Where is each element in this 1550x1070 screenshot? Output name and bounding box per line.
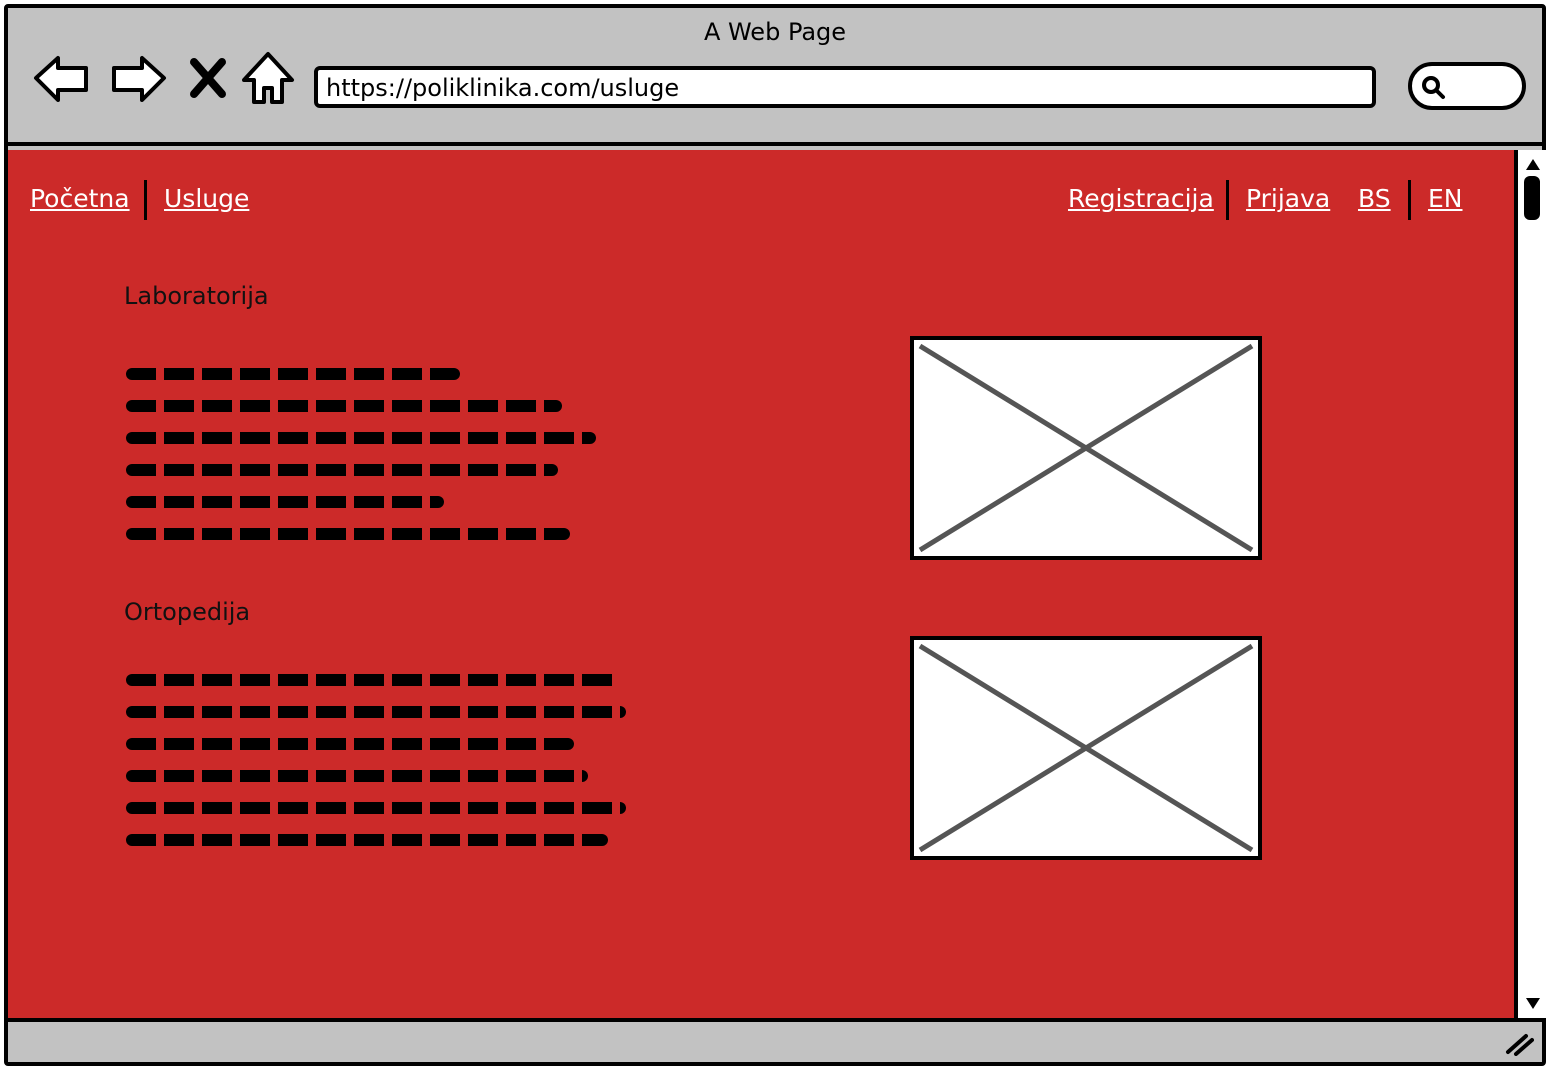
arrow-left-icon xyxy=(34,56,88,102)
nav-divider xyxy=(1226,180,1229,220)
nav-link-pocetna[interactable]: Početna xyxy=(30,184,130,213)
status-bar xyxy=(8,1018,1542,1062)
section-title-laboratorija: Laboratorija xyxy=(124,282,269,310)
close-icon xyxy=(190,58,226,98)
stop-button[interactable] xyxy=(184,48,232,108)
arrow-right-icon xyxy=(112,56,166,102)
section-text-placeholder xyxy=(126,674,626,866)
section-image-laboratorija xyxy=(910,336,1262,560)
top-navigation: Početna Usluge Registracija Prijava BS E… xyxy=(8,180,1514,224)
address-bar[interactable]: https://poliklinika.com/usluge xyxy=(314,66,1376,108)
home-button[interactable] xyxy=(238,48,298,108)
scroll-thumb[interactable] xyxy=(1524,176,1540,220)
nav-link-usluge[interactable]: Usluge xyxy=(164,184,249,213)
browser-toolbar: A Web Page https://poliklinika.com/uslug… xyxy=(8,8,1542,146)
page-viewport: Početna Usluge Registracija Prijava BS E… xyxy=(8,150,1514,1018)
vertical-scrollbar[interactable] xyxy=(1514,150,1546,1018)
language-en[interactable]: EN xyxy=(1428,184,1463,213)
window-title: A Web Page xyxy=(703,18,847,46)
home-icon xyxy=(242,52,294,104)
browser-window: A Web Page https://poliklinika.com/uslug… xyxy=(4,4,1546,1066)
image-placeholder-icon xyxy=(918,343,1254,553)
scroll-down-icon[interactable] xyxy=(1522,994,1544,1014)
section-image-ortopedija xyxy=(910,636,1262,860)
image-placeholder-icon xyxy=(918,643,1254,853)
search-input[interactable] xyxy=(1408,62,1526,110)
forward-button[interactable] xyxy=(108,48,168,108)
nav-link-registracija[interactable]: Registracija xyxy=(1068,184,1214,213)
nav-divider xyxy=(144,180,147,220)
scroll-up-icon[interactable] xyxy=(1522,154,1544,174)
search-icon xyxy=(1422,76,1445,99)
resize-grip-icon[interactable] xyxy=(1504,1030,1534,1056)
section-text-placeholder xyxy=(126,368,596,560)
nav-link-prijava[interactable]: Prijava xyxy=(1246,184,1330,213)
section-title-ortopedija: Ortopedija xyxy=(124,598,251,626)
language-bs[interactable]: BS xyxy=(1358,184,1391,213)
back-button[interactable] xyxy=(32,48,92,108)
nav-divider xyxy=(1408,180,1411,220)
